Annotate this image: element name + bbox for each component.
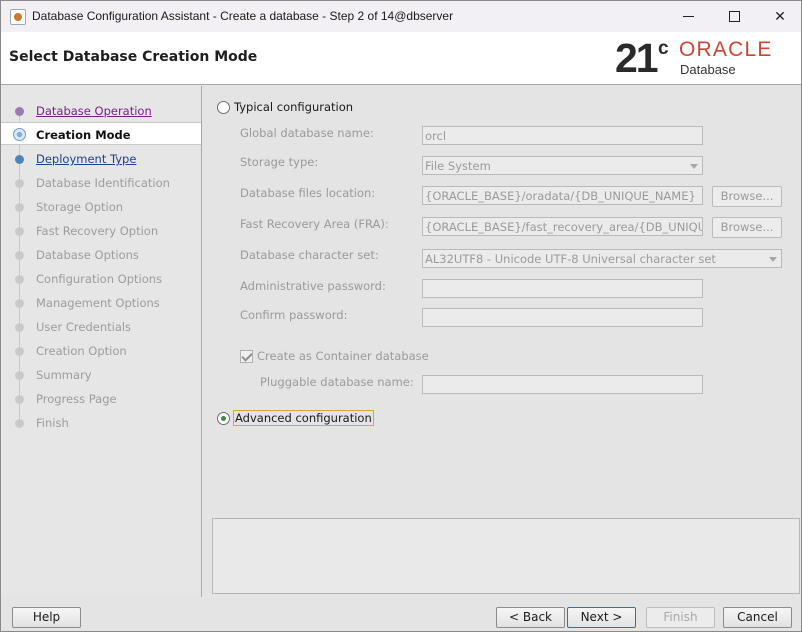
fra-label: Fast Recovery Area (FRA): <box>240 217 389 231</box>
step-indicator-icon <box>15 107 24 116</box>
nav-step-summary: Summary <box>1 363 201 386</box>
button-bar: Help < Back Next > Finish Cancel <box>1 597 801 632</box>
nav-step-creation-option: Creation Option <box>1 339 201 362</box>
pdb-name-label: Pluggable database name: <box>260 375 414 389</box>
charset-value: AL32UTF8 - Unicode UTF-8 Universal chara… <box>425 252 716 266</box>
nav-step-label: Deployment Type <box>36 152 137 166</box>
logo-version-suffix: c <box>658 38 669 59</box>
charset-label: Database character set: <box>240 248 379 262</box>
nav-step-label: Database Options <box>36 248 139 262</box>
nav-step-label: Progress Page <box>36 392 117 406</box>
nav-step-label: Fast Recovery Option <box>36 224 159 238</box>
java-app-icon <box>10 9 26 25</box>
nav-step-label: Database Identification <box>36 176 170 190</box>
advanced-config-label[interactable]: Advanced configuration <box>233 410 374 426</box>
dbca-window: Database Configuration Assistant - Creat… <box>0 0 802 632</box>
global-db-name-label: Global database name: <box>240 126 374 140</box>
chevron-down-icon <box>690 164 698 169</box>
cancel-button[interactable]: Cancel <box>723 607 792 628</box>
admin-password-label: Administrative password: <box>240 279 386 293</box>
db-files-location-input[interactable]: {ORACLE_BASE}/oradata/{DB_UNIQUE_NAME} <box>422 186 703 205</box>
nav-step-database-operation[interactable]: Database Operation <box>1 99 201 122</box>
logo-brand: ORACLE <box>679 38 773 61</box>
nav-step-user-credentials: User Credentials <box>1 315 201 338</box>
nav-step-storage-option: Storage Option <box>1 195 201 218</box>
pdb-name-input[interactable] <box>422 375 703 394</box>
logo-version: 21 <box>615 35 659 81</box>
title-bar: Database Configuration Assistant - Creat… <box>1 1 801 32</box>
minimize-icon <box>682 16 694 17</box>
nav-step-database-identification: Database Identification <box>1 171 201 194</box>
step-indicator-icon <box>15 275 24 284</box>
page-title: Select Database Creation Mode <box>9 49 258 65</box>
typical-config-label[interactable]: Typical configuration <box>234 100 353 114</box>
confirm-password-input[interactable] <box>422 308 703 327</box>
typical-config-radio[interactable] <box>217 101 230 114</box>
storage-type-value: File System <box>425 159 491 173</box>
maximize-button[interactable] <box>711 1 757 32</box>
nav-step-label: User Credentials <box>36 320 132 334</box>
nav-step-progress-page: Progress Page <box>1 387 201 410</box>
oracle-logo: 21 c ORACLE Database <box>615 35 795 81</box>
step-indicator-icon <box>15 323 24 332</box>
fra-browse-button[interactable]: Browse... <box>712 217 782 238</box>
step-indicator-icon <box>15 179 24 188</box>
nav-step-label: Creation Option <box>36 344 127 358</box>
step-navigation: Database Operation Creation Mode Deploymen… <box>1 86 202 597</box>
step-indicator-icon <box>15 371 24 380</box>
container-db-label[interactable]: Create as Container database <box>257 349 429 363</box>
db-files-browse-button[interactable]: Browse... <box>712 186 782 207</box>
finish-button[interactable]: Finish <box>646 607 715 628</box>
global-db-name-input[interactable]: orcl <box>422 126 703 145</box>
description-area <box>212 518 800 594</box>
header-banner: Select Database Creation Mode 21 c ORACL… <box>1 32 801 85</box>
nav-step-label: Storage Option <box>36 200 124 214</box>
logo-product: Database <box>680 62 736 77</box>
step-indicator-icon <box>15 299 24 308</box>
nav-step-label: Creation Mode <box>36 128 131 142</box>
minimize-button[interactable] <box>665 1 711 32</box>
nav-step-database-options: Database Options <box>1 243 201 266</box>
advanced-config-radio[interactable] <box>217 412 230 425</box>
nav-step-finish: Finish <box>1 411 201 434</box>
step-indicator-icon <box>15 155 24 164</box>
chevron-down-icon <box>769 257 777 262</box>
admin-password-input[interactable] <box>422 279 703 298</box>
step-indicator-icon <box>15 203 24 212</box>
nav-step-label: Finish <box>36 416 69 430</box>
next-button[interactable]: Next > <box>567 607 636 628</box>
help-button[interactable]: Help <box>12 607 81 628</box>
maximize-icon <box>728 11 740 22</box>
close-button[interactable]: ✕ <box>757 1 802 32</box>
charset-select[interactable]: AL32UTF8 - Unicode UTF-8 Universal chara… <box>422 249 782 268</box>
nav-step-management-options: Management Options <box>1 291 201 314</box>
close-icon: ✕ <box>774 8 786 25</box>
step-indicator-icon <box>15 419 24 428</box>
container-db-checkbox[interactable] <box>240 350 253 363</box>
step-indicator-icon <box>13 128 26 141</box>
nav-step-label: Summary <box>36 368 92 382</box>
nav-step-configuration-options: Configuration Options <box>1 267 201 290</box>
main-panel: Typical configuration Global database na… <box>203 86 801 597</box>
back-button[interactable]: < Back <box>496 607 565 628</box>
step-indicator-icon <box>15 395 24 404</box>
nav-step-label: Configuration Options <box>36 272 163 286</box>
storage-type-label: Storage type: <box>240 155 319 169</box>
storage-type-select[interactable]: File System <box>422 156 703 175</box>
nav-step-creation-mode[interactable]: Creation Mode <box>1 122 201 145</box>
nav-step-fast-recovery-option: Fast Recovery Option <box>1 219 201 242</box>
nav-step-deployment-type[interactable]: Deployment Type <box>1 147 201 170</box>
step-indicator-icon <box>15 347 24 356</box>
db-files-location-label: Database files location: <box>240 186 376 200</box>
fra-input[interactable]: {ORACLE_BASE}/fast_recovery_area/{DB_UNI… <box>422 217 703 236</box>
nav-step-label: Database Operation <box>36 104 152 118</box>
window-title: Database Configuration Assistant - Creat… <box>32 9 454 23</box>
nav-step-label: Management Options <box>36 296 160 310</box>
confirm-password-label: Confirm password: <box>240 308 348 322</box>
step-indicator-icon <box>15 227 24 236</box>
step-indicator-icon <box>15 251 24 260</box>
